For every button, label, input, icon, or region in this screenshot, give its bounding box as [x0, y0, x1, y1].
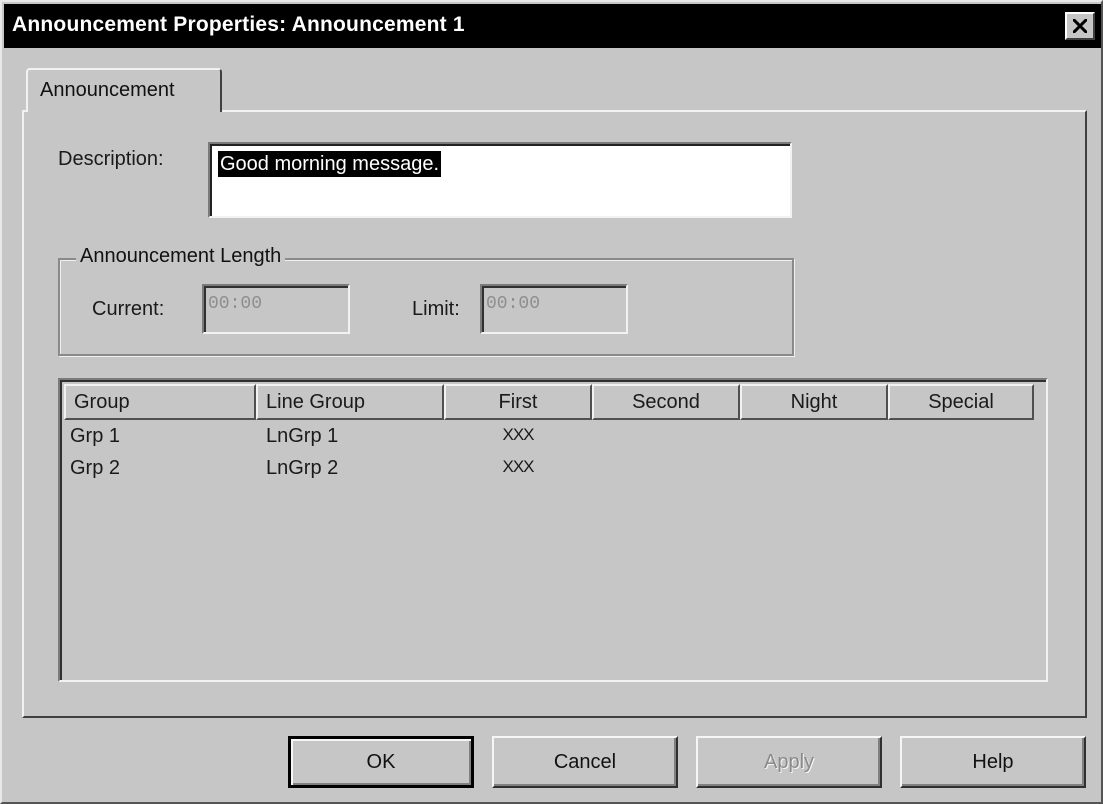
- tab-announcement[interactable]: Announcement: [26, 68, 222, 112]
- cell-first: XXX: [502, 425, 534, 444]
- cell-first: XXX: [502, 457, 534, 476]
- apply-button-label: Apply: [763, 750, 815, 773]
- column-header-group[interactable]: Group: [64, 384, 256, 420]
- cell-group: Grp 1: [70, 425, 121, 447]
- description-input[interactable]: Good morning message.: [208, 142, 792, 218]
- announcement-length-title: Announcement Length: [76, 245, 286, 268]
- title-bar[interactable]: Announcement Properties: Announcement 1: [4, 4, 1101, 48]
- close-icon: [1073, 19, 1087, 33]
- column-header-night[interactable]: Night: [740, 384, 888, 420]
- limit-length-value: 00:00: [486, 294, 541, 314]
- description-value: Good morning message.: [218, 151, 442, 177]
- cancel-button[interactable]: Cancel: [492, 736, 678, 788]
- tab-announcement-label: Announcement: [40, 79, 175, 101]
- cell-line-group: LnGrp 1: [266, 425, 339, 447]
- description-label: Description:: [58, 148, 164, 170]
- ok-button-label: OK: [366, 750, 396, 773]
- apply-button[interactable]: Apply: [696, 736, 882, 788]
- close-button[interactable]: [1065, 12, 1095, 40]
- column-header-line-group[interactable]: Line Group: [256, 384, 444, 420]
- dialog-window: Announcement Properties: Announcement 1 …: [0, 0, 1103, 804]
- limit-length-field: 00:00: [480, 284, 628, 334]
- column-header-second[interactable]: Second: [592, 384, 740, 420]
- cell-group: Grp 2: [70, 457, 121, 479]
- list-header: Group Line Group First Second Night Spec…: [64, 384, 1044, 420]
- ok-button[interactable]: OK: [288, 736, 474, 788]
- cell-line-group: LnGrp 2: [266, 457, 339, 479]
- help-button[interactable]: Help: [900, 736, 1086, 788]
- group-list[interactable]: Group Line Group First Second Night Spec…: [58, 378, 1048, 682]
- help-button-label: Help: [972, 750, 1014, 773]
- current-length-value: 00:00: [208, 294, 263, 314]
- window-title: Announcement Properties: Announcement 1: [12, 13, 465, 36]
- column-header-special[interactable]: Special: [888, 384, 1034, 420]
- current-length-field: 00:00: [202, 284, 350, 334]
- current-label: Current:: [92, 298, 165, 320]
- cancel-button-label: Cancel: [553, 750, 617, 773]
- limit-label: Limit:: [412, 298, 460, 320]
- column-header-first[interactable]: First: [444, 384, 592, 420]
